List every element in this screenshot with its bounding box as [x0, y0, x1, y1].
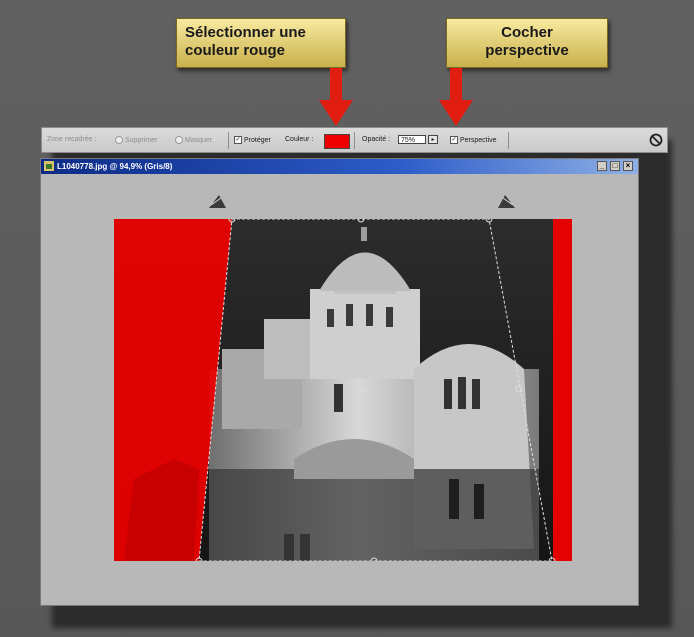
crop-marquee[interactable]: [114, 219, 572, 561]
protect-checkbox[interactable]: ✓ Protéger: [234, 136, 271, 144]
image-document-icon: [44, 161, 54, 171]
toolbar-divider: [508, 132, 509, 149]
perspective-drag-arrow-icon: [209, 195, 226, 208]
checkmark-icon: ✓: [234, 136, 242, 144]
toolbar-divider: [354, 132, 355, 149]
perspective-checkbox[interactable]: ✓ Perspective: [450, 136, 497, 144]
hide-radio-label: Masquer: [185, 136, 213, 144]
callout-check-perspective: Cocher perspective: [446, 18, 608, 68]
document-title: L1040778.jpg @ 94,9% (Gris/8): [57, 162, 173, 171]
arrow-down-icon: [319, 68, 353, 126]
opacity-dropdown-button[interactable]: ▸: [428, 135, 438, 144]
cancel-icon[interactable]: [649, 133, 663, 147]
document-title-bar[interactable]: L1040778.jpg @ 94,9% (Gris/8) _ □ ×: [41, 159, 638, 174]
callout-select-color-line1: Sélectionner une: [185, 24, 306, 41]
opacity-label: Opacité :: [362, 136, 391, 143]
toolbar-divider: [228, 132, 229, 149]
document-window: L1040778.jpg @ 94,9% (Gris/8) _ □ ×: [40, 158, 639, 606]
hide-radio[interactable]: Masquer: [175, 136, 212, 144]
arrow-down-icon: [439, 68, 473, 126]
delete-radio[interactable]: Supprimer: [115, 136, 157, 144]
minimize-icon[interactable]: _: [597, 161, 607, 171]
callout-select-color: Sélectionner une couleur rouge: [176, 18, 346, 68]
radio-icon: [115, 136, 123, 144]
tutorial-background: Sélectionner une couleur rouge Cocher pe…: [0, 0, 694, 637]
opacity-input[interactable]: 75%: [398, 135, 426, 144]
callout-check-perspective-line2: perspective: [485, 42, 569, 59]
callout-check-perspective-line1: Cocher: [501, 24, 553, 41]
delete-radio-label: Supprimer: [125, 136, 158, 144]
checkmark-icon: ✓: [450, 136, 458, 144]
maximize-icon[interactable]: □: [610, 161, 620, 171]
callout-select-color-line2: couleur rouge: [185, 42, 286, 59]
crop-zone-label: Zone recadrée :: [47, 136, 97, 143]
perspective-checkbox-label: Perspective: [460, 136, 497, 144]
protect-checkbox-label: Protéger: [244, 136, 271, 144]
radio-icon: [175, 136, 183, 144]
image-canvas[interactable]: [114, 219, 572, 561]
shield-color-swatch[interactable]: [324, 134, 350, 149]
color-label: Couleur :: [285, 136, 314, 143]
close-icon[interactable]: ×: [623, 161, 633, 171]
perspective-drag-arrow-icon: [498, 195, 515, 208]
crop-options-bar: Zone recadrée : Supprimer Masquer ✓ Proté…: [41, 127, 668, 153]
